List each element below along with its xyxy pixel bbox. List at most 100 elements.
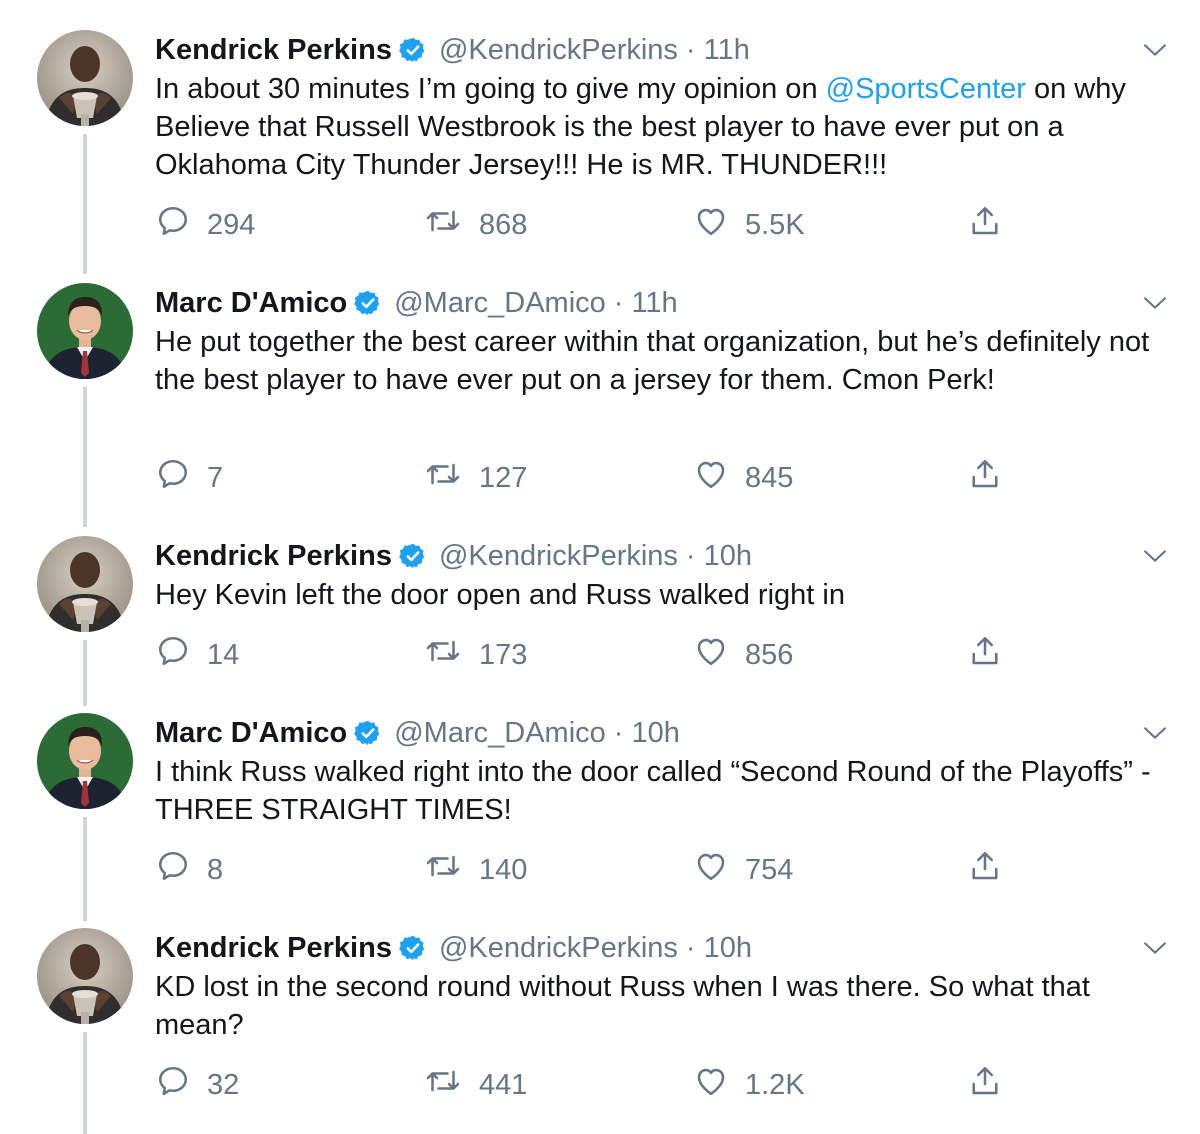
heart-icon: [693, 203, 745, 247]
mention-link[interactable]: @SportsCenter: [826, 73, 1026, 105]
verified-badge-icon: [399, 542, 427, 570]
retweet-button[interactable]: 140: [423, 848, 527, 892]
author-name[interactable]: Marc D'Amico: [155, 287, 347, 320]
chevron-down-icon[interactable]: [1141, 289, 1169, 317]
tweet-actions: 7 127 845: [155, 456, 1035, 500]
author-handle[interactable]: @KendrickPerkins: [439, 34, 678, 67]
separator-dot: ·: [685, 931, 696, 964]
like-count: 845: [745, 461, 794, 494]
chevron-down-icon[interactable]: [1141, 719, 1169, 747]
verified-badge-icon: [399, 36, 427, 64]
chevron-down-icon[interactable]: [1141, 542, 1169, 570]
reply-icon: [155, 203, 207, 247]
reply-icon: [155, 456, 207, 500]
reply-count: 294: [207, 208, 256, 241]
reply-count: 14: [207, 638, 240, 671]
tweet-actions: 32 441 1.2K: [155, 1063, 1035, 1107]
retweet-button[interactable]: 127: [423, 456, 527, 500]
tweet-timestamp[interactable]: 10h: [631, 717, 679, 750]
thread-connector-line: [83, 640, 87, 706]
share-icon: [967, 633, 1019, 677]
tweet-header: Kendrick Perkins @KendrickPerkins · 10h: [155, 536, 752, 576]
like-count: 5.5K: [745, 208, 805, 241]
retweet-count: 868: [479, 208, 528, 241]
retweet-count: 441: [479, 1068, 528, 1101]
reply-button[interactable]: 7: [155, 456, 223, 500]
like-button[interactable]: 754: [693, 848, 793, 892]
share-icon: [967, 456, 1019, 500]
tweet-text: KD lost in the second round without Russ…: [155, 968, 1165, 1044]
share-button[interactable]: [967, 848, 1019, 892]
tweet-actions: 294 868 5.5K: [155, 203, 1035, 247]
share-button[interactable]: [967, 456, 1019, 500]
verified-badge-icon: [354, 289, 382, 317]
retweet-icon: [423, 203, 479, 247]
reply-button[interactable]: 294: [155, 203, 255, 247]
share-button[interactable]: [967, 1063, 1019, 1107]
tweet-text-part: He put together the best career within t…: [155, 326, 1150, 396]
tweet-header: Kendrick Perkins @KendrickPerkins · 10h: [155, 928, 752, 968]
tweet-text-part: In about 30 minutes I’m going to give my…: [155, 73, 826, 105]
avatar[interactable]: [37, 536, 133, 632]
share-icon: [967, 848, 1019, 892]
retweet-button[interactable]: 868: [423, 203, 527, 247]
reply-button[interactable]: 14: [155, 633, 239, 677]
reply-count: 8: [207, 853, 224, 886]
retweet-count: 173: [479, 638, 528, 671]
verified-badge-icon: [354, 719, 382, 747]
separator-dot: ·: [685, 33, 696, 66]
tweet-text: I think Russ walked right into the door …: [155, 753, 1165, 829]
tweet-actions: 14 173 856: [155, 633, 1035, 677]
share-icon: [967, 1063, 1019, 1107]
thread-connector-line: [83, 134, 87, 274]
author-name[interactable]: Kendrick Perkins: [155, 540, 392, 573]
like-count: 754: [745, 853, 794, 886]
retweet-button[interactable]: 441: [423, 1063, 527, 1107]
share-button[interactable]: [967, 633, 1019, 677]
tweet-text-part: Hey Kevin left the door open and Russ wa…: [155, 579, 845, 611]
author-handle[interactable]: @KendrickPerkins: [439, 932, 678, 965]
tweet-timestamp[interactable]: 11h: [631, 287, 677, 320]
tweet-text: He put together the best career within t…: [155, 323, 1165, 399]
retweet-icon: [423, 848, 479, 892]
tweet-timestamp[interactable]: 10h: [704, 932, 752, 965]
reply-icon: [155, 633, 207, 677]
thread-connector-line: [83, 1032, 87, 1134]
like-button[interactable]: 856: [693, 633, 793, 677]
like-button[interactable]: 1.2K: [693, 1063, 805, 1107]
author-name[interactable]: Kendrick Perkins: [155, 34, 392, 67]
tweet-header: Marc D'Amico @Marc_DAmico · 10h: [155, 713, 680, 753]
share-button[interactable]: [967, 203, 1019, 247]
verified-badge-icon: [399, 934, 427, 962]
chevron-down-icon[interactable]: [1141, 934, 1169, 962]
separator-dot: ·: [613, 286, 624, 319]
reply-button[interactable]: 8: [155, 848, 223, 892]
retweet-button[interactable]: 173: [423, 633, 527, 677]
author-handle[interactable]: @Marc_DAmico: [394, 287, 606, 320]
tweet-timestamp[interactable]: 11h: [704, 34, 750, 67]
like-button[interactable]: 5.5K: [693, 203, 805, 247]
tweet-header: Kendrick Perkins @KendrickPerkins · 11h: [155, 30, 750, 70]
reply-button[interactable]: 32: [155, 1063, 239, 1107]
like-count: 1.2K: [745, 1068, 805, 1101]
retweet-icon: [423, 1063, 479, 1107]
tweet-thread: Kendrick Perkins @KendrickPerkins · 11h …: [0, 0, 1200, 1134]
author-handle[interactable]: @KendrickPerkins: [439, 540, 678, 573]
tweet-text-part: KD lost in the second round without Russ…: [155, 971, 1090, 1041]
author-name[interactable]: Marc D'Amico: [155, 717, 347, 750]
thread-connector-line: [83, 817, 87, 921]
separator-dot: ·: [685, 539, 696, 572]
like-count: 856: [745, 638, 794, 671]
avatar[interactable]: [37, 30, 133, 126]
heart-icon: [693, 456, 745, 500]
tweet-timestamp[interactable]: 10h: [704, 540, 752, 573]
author-name[interactable]: Kendrick Perkins: [155, 932, 392, 965]
tweet-text: In about 30 minutes I’m going to give my…: [155, 70, 1165, 184]
avatar[interactable]: [37, 713, 133, 809]
author-handle[interactable]: @Marc_DAmico: [394, 717, 606, 750]
avatar[interactable]: [37, 928, 133, 1024]
separator-dot: ·: [613, 716, 624, 749]
avatar[interactable]: [37, 283, 133, 379]
like-button[interactable]: 845: [693, 456, 793, 500]
chevron-down-icon[interactable]: [1141, 36, 1169, 64]
